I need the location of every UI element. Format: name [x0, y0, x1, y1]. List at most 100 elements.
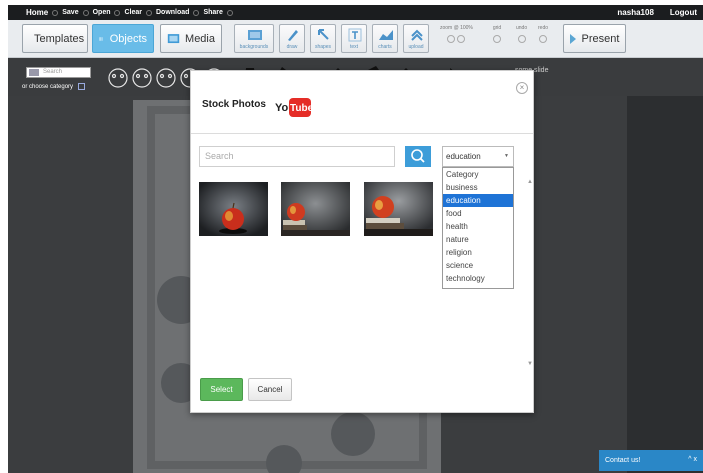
category-option[interactable]: health	[443, 220, 513, 233]
menu-separator-icon	[226, 9, 233, 16]
contact-us-label: Contact us!	[605, 457, 641, 464]
search-swatch-icon	[29, 69, 39, 76]
category-dropdown: Category business education food health …	[442, 167, 514, 289]
tab-youtube[interactable]: You Tube	[275, 96, 314, 121]
scroll-up-icon[interactable]: ▲	[527, 179, 533, 185]
draw-tool[interactable]: draw	[279, 24, 305, 53]
stock-photos-dialog: Stock Photos You Tube × Search education…	[190, 70, 534, 413]
category-option[interactable]: nature	[443, 233, 513, 246]
category-toggle-icon	[78, 83, 86, 90]
menu-clear[interactable]: Clear	[124, 9, 152, 16]
dialog-header: Stock Photos You Tube ×	[191, 71, 533, 134]
menu-share-label: Share	[203, 9, 223, 16]
zoom-label: zoom @ 100%	[440, 25, 473, 31]
grid-label: grid	[492, 25, 502, 31]
text-tool-label: text	[349, 44, 359, 50]
zoom-out-icon[interactable]	[457, 35, 466, 43]
scroll-down-icon[interactable]: ▼	[527, 361, 533, 367]
category-option[interactable]: technology	[443, 272, 513, 285]
text-tool[interactable]: text	[341, 24, 367, 53]
menu-separator-icon	[52, 9, 59, 16]
menu-separator-icon	[82, 9, 89, 16]
category-chooser-label: or choose category	[22, 83, 74, 90]
apple-photo-image	[199, 182, 268, 236]
upload-icon	[411, 29, 423, 41]
top-menu-bar: Home Save Open Clear Download Share nash…	[8, 5, 703, 20]
grid-toggle-icon[interactable]	[493, 35, 501, 43]
menu-share[interactable]: Share	[203, 9, 233, 16]
close-icon: ×	[519, 83, 525, 92]
photo-thumbnail-apple-3[interactable]	[364, 182, 433, 236]
menu-download-label: Download	[156, 9, 190, 16]
category-option[interactable]: business	[443, 181, 513, 194]
select-button[interactable]: Select	[200, 378, 243, 401]
present-button[interactable]: Present	[563, 24, 626, 53]
category-option[interactable]: food	[443, 207, 513, 220]
objects-button[interactable]: Objects	[92, 24, 154, 53]
objects-search-input[interactable]: Search	[26, 67, 91, 78]
photo-thumbnail-apple-1[interactable]	[199, 182, 268, 236]
app-window: Home Save Open Clear Download Share nash…	[0, 0, 703, 473]
templates-button[interactable]: Templates	[22, 24, 88, 53]
category-select[interactable]: education ▼	[442, 146, 514, 167]
shapes-tool-label: shapes	[314, 44, 332, 50]
menu-save[interactable]: Save	[62, 9, 89, 16]
tab-stock-photos[interactable]: Stock Photos	[202, 99, 266, 110]
redo-icon[interactable]	[539, 35, 547, 43]
menu-download[interactable]: Download	[156, 9, 200, 16]
contact-widget-controls[interactable]: ^ x	[688, 456, 697, 463]
chevron-down-icon: ▼	[504, 153, 509, 159]
present-label: Present	[581, 32, 620, 45]
photo-thumbnail-apple-2[interactable]	[281, 182, 350, 236]
backgrounds-tool[interactable]: backgrounds	[234, 24, 274, 53]
upload-tool-label: upload	[408, 44, 424, 50]
undo-icon[interactable]	[517, 35, 526, 43]
play-icon	[569, 33, 576, 44]
search-icon	[411, 149, 425, 163]
search-button[interactable]	[405, 146, 431, 167]
background-icon	[248, 30, 262, 40]
menu-open[interactable]: Open	[93, 9, 121, 16]
draw-tool-label: draw	[286, 44, 298, 50]
logout-link[interactable]: Logout	[670, 8, 697, 17]
media-icon	[167, 33, 180, 43]
category-chooser[interactable]: or choose category	[22, 83, 86, 90]
youtube-logo-tube: Tube	[290, 103, 311, 114]
shapes-tool[interactable]: shapes	[310, 24, 336, 53]
menu-open-label: Open	[92, 9, 111, 16]
cancel-button[interactable]: Cancel	[248, 378, 292, 401]
photo-search-input[interactable]: Search	[199, 146, 395, 167]
menu-home[interactable]: Home	[26, 8, 59, 17]
media-label: Media	[185, 32, 215, 45]
arrow-shape-icon	[318, 29, 329, 40]
contact-us-widget[interactable]: Contact us! ^ x	[599, 450, 703, 471]
redo-label: redo	[538, 25, 549, 31]
close-dialog-button[interactable]: ×	[516, 82, 528, 94]
photo-search-placeholder: Search	[205, 151, 234, 161]
category-option[interactable]: Category	[443, 168, 513, 181]
category-option-selected[interactable]: education	[443, 194, 513, 207]
upload-tool[interactable]: upload	[403, 24, 429, 53]
category-select-value: education	[446, 152, 481, 161]
media-button[interactable]: Media	[160, 24, 222, 53]
category-option[interactable]: science	[443, 259, 513, 272]
backgrounds-tool-label: backgrounds	[239, 44, 269, 50]
menu-save-label: Save	[62, 9, 79, 16]
zoom-in-icon[interactable]	[447, 35, 456, 43]
menu-clear-label: Clear	[124, 9, 142, 16]
objects-search-placeholder: Search	[43, 69, 63, 75]
apple-books-photo-image	[281, 182, 350, 236]
objects-label: Objects	[109, 32, 147, 45]
undo-control: undo	[516, 25, 527, 45]
username[interactable]: nasha108	[617, 8, 653, 17]
charts-tool[interactable]: charts	[372, 24, 398, 53]
grid-control: grid	[492, 25, 502, 45]
category-option[interactable]: religion	[443, 246, 513, 259]
menu-separator-icon	[193, 9, 200, 16]
zoom-control: zoom @ 100%	[440, 25, 473, 45]
pencil-icon	[288, 30, 298, 41]
redo-control: redo	[538, 25, 548, 45]
main-toolbar: Templates Objects Media backgrounds draw…	[8, 20, 703, 58]
menu-separator-icon	[114, 9, 121, 16]
menu-separator-icon	[146, 9, 152, 16]
